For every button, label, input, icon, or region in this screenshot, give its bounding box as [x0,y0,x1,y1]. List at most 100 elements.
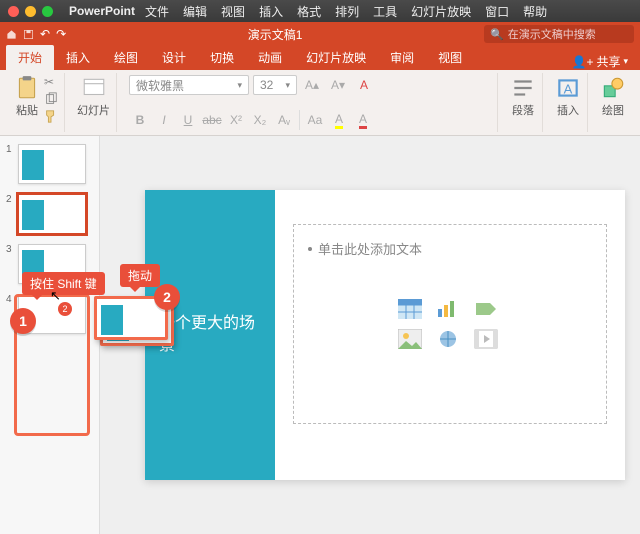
slide-label: 幻灯片 [77,102,110,118]
new-slide-icon [81,75,107,101]
menu-file[interactable]: 文件 [145,3,169,20]
share-label: 共享 [596,53,620,70]
tab-insert[interactable]: 插入 [54,45,102,70]
paragraph-button[interactable]: 段落 [510,75,536,118]
group-draw: 绘图 [594,73,632,132]
superscript-button[interactable]: X² [225,110,247,130]
insert-button[interactable]: A 插入 [555,75,581,118]
undo-icon[interactable]: ↶ [40,27,50,41]
menu-view[interactable]: 视图 [221,3,245,20]
clear-format-button[interactable]: A [353,75,375,95]
group-slide: 幻灯片 [71,73,117,132]
underline-button[interactable]: U [177,110,199,130]
document-title: 演示文稿1 [66,26,484,43]
thumbnail-slide[interactable] [18,144,86,184]
bold-button[interactable]: B [129,110,151,130]
highlight-button[interactable]: A [328,110,350,130]
menubar: 文件 编辑 视图 插入 格式 排列 工具 幻灯片放映 窗口 帮助 [145,3,547,20]
tab-home[interactable]: 开始 [6,45,54,70]
thumbnail-item[interactable]: 1 [6,144,93,184]
chevron-down-icon: ▾ [237,80,242,91]
insert-table-icon[interactable] [397,298,423,320]
tab-transition[interactable]: 切换 [198,45,246,70]
thumbnail-number: 4 [6,294,14,305]
content-placeholder[interactable]: 单击此处添加文本 [293,224,607,424]
tab-slideshow[interactable]: 幻灯片放映 [294,45,378,70]
format-painter-icon[interactable] [44,109,58,123]
placeholder-text: 单击此处添加文本 [318,239,422,258]
italic-button[interactable]: I [153,110,175,130]
menu-tools[interactable]: 工具 [373,3,397,20]
thumbnail-number: 2 [6,194,14,205]
placeholder-prompt: 单击此处添加文本 [308,239,592,258]
font-color-button[interactable]: A [352,110,374,130]
save-icon[interactable] [23,29,34,40]
chevron-down-icon: ▾ [285,80,290,91]
chevron-down-icon: ▾ [623,56,628,67]
qat: ↶ ↷ [6,27,66,41]
svg-text:A: A [564,81,573,96]
annotation-tinybadge-2: 2 [58,302,72,316]
app-name: PowerPoint [69,4,135,18]
ribbon-tabs: 开始 插入 绘图 设计 切换 动画 幻灯片放映 审阅 视图 👤+ 共享 ▾ [0,46,640,70]
increase-font-button[interactable]: A▴ [301,75,323,95]
group-font: 微软雅黑▾ 32▾ A▴ A▾ A B I U abc X² X₂ Aᵥ Aa … [123,73,498,132]
minimize-window-button[interactable] [25,6,36,17]
group-clipboard: 粘贴 ✂ [8,73,65,132]
thumbnail-slide[interactable] [18,194,86,234]
home-icon[interactable] [6,29,17,40]
zoom-window-button[interactable] [42,6,53,17]
thumbnail-number: 3 [6,244,14,255]
menu-edit[interactable]: 编辑 [183,3,207,20]
menu-window[interactable]: 窗口 [485,3,509,20]
copy-icon[interactable] [44,92,58,106]
new-slide-button[interactable]: 幻灯片 [77,75,110,118]
font-name-select[interactable]: 微软雅黑 ▾ [129,75,249,95]
menu-slideshow[interactable]: 幻灯片放映 [411,3,471,20]
group-insert: A 插入 [549,73,588,132]
menu-insert[interactable]: 插入 [259,3,283,20]
slide[interactable]: 一个更大的场景 单击此处添加文本 [145,190,625,480]
insert-chart-icon[interactable] [435,298,461,320]
insert-picture-icon[interactable] [397,328,423,350]
cut-icon[interactable]: ✂ [44,75,58,89]
font-size-value: 32 [260,78,273,92]
shapes-icon [600,75,626,101]
slide-canvas-area[interactable]: 一个更大的场景 单击此处添加文本 [100,136,640,534]
insert-smartart-icon[interactable] [473,298,499,320]
annotation-tag-shift: 按住 Shift 键 [22,272,105,295]
tab-design[interactable]: 设计 [150,45,198,70]
decrease-font-button[interactable]: A▾ [327,75,349,95]
tab-view[interactable]: 视图 [426,45,474,70]
mac-titlebar: PowerPoint 文件 编辑 视图 插入 格式 排列 工具 幻灯片放映 窗口… [0,0,640,22]
font-size-select[interactable]: 32 ▾ [253,75,297,95]
insert-video-icon[interactable] [473,328,499,350]
insert-online-picture-icon[interactable] [435,328,461,350]
tab-draw[interactable]: 绘图 [102,45,150,70]
share-button[interactable]: 👤+ 共享 ▾ [566,53,635,70]
case-button[interactable]: Aa [304,110,326,130]
thumbnail-panel[interactable]: 1 2 3 4 [0,136,100,534]
annotation-badge-1: 1 [10,308,36,334]
tab-review[interactable]: 审阅 [378,45,426,70]
menu-format[interactable]: 格式 [297,3,321,20]
thumbnail-item[interactable]: 2 [6,194,93,234]
ribbon: 粘贴 ✂ 幻灯片 微软雅黑 ▾ 32 ▾ A▴ A▾ A B I U abc [0,70,640,136]
workspace: 1 2 3 4 一个更大的场景 单击此处添加文本 [0,136,640,534]
subscript-button[interactable]: X₂ [249,110,271,130]
clipboard-icon [14,75,40,101]
draw-button[interactable]: 绘图 [600,75,626,118]
font-name-value: 微软雅黑 [136,77,184,94]
tab-animation[interactable]: 动画 [246,45,294,70]
menu-help[interactable]: 帮助 [523,3,547,20]
group-paragraph: 段落 [504,73,543,132]
menu-arrange[interactable]: 排列 [335,3,359,20]
close-window-button[interactable] [8,6,19,17]
strike-button[interactable]: abc [201,110,223,130]
paste-button[interactable]: 粘贴 [14,75,40,118]
paste-label: 粘贴 [16,102,38,118]
redo-icon[interactable]: ↷ [56,27,66,41]
spacing-button[interactable]: Aᵥ [273,110,295,130]
search-input[interactable]: 🔍 在演示文稿中搜索 [484,25,634,43]
cursor-icon: ↖ [50,288,61,304]
